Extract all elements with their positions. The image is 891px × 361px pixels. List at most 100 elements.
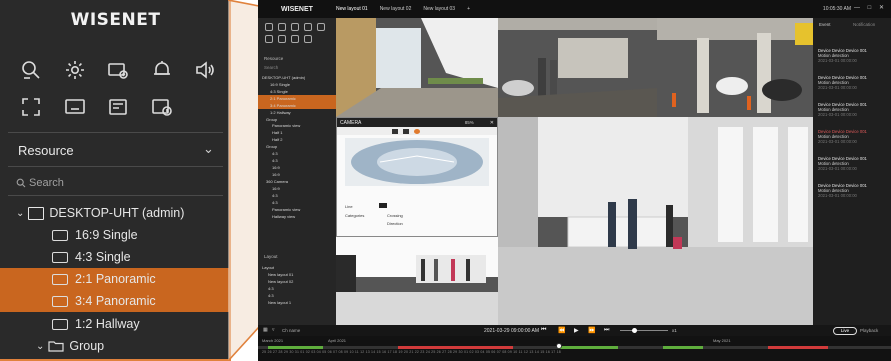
event-time: 2021-03-01 00:00:00 (818, 139, 857, 144)
schedule-icon[interactable] (304, 35, 312, 43)
layout-icon[interactable] (291, 35, 299, 43)
add-device-icon[interactable] (105, 58, 131, 82)
playback-button[interactable]: Playback (860, 328, 878, 333)
event-alarm-icon[interactable] (304, 23, 312, 31)
fullscreen-icon[interactable] (265, 35, 273, 43)
window-controls[interactable]: — □ ✕ (854, 4, 887, 11)
fullscreen-icon[interactable] (18, 95, 44, 119)
settings-gear-icon[interactable] (414, 128, 420, 134)
video-tile-hall[interactable] (498, 117, 813, 325)
layout-item[interactable]: 4:3 (258, 285, 336, 292)
grid-icon[interactable]: ▦ (263, 327, 268, 333)
timeline-cursor[interactable] (556, 343, 562, 349)
camera-settings-dialog[interactable]: CAMERA 85% ✕ Line Categories Crossing Di… (336, 117, 498, 237)
tree-item[interactable]: 4:3 (258, 157, 336, 164)
layout-icon[interactable] (105, 95, 131, 119)
event-item[interactable]: Device Device Device 001 Motion detection… (818, 75, 888, 90)
tree-item-layout-selected[interactable]: 3:4 Panoramic (0, 290, 229, 312)
all-channels-icon[interactable] (278, 35, 286, 43)
search-camera-icon[interactable] (265, 23, 273, 31)
close-icon[interactable]: ✕ (490, 120, 494, 126)
speaker-icon[interactable] (317, 23, 325, 31)
tree-item[interactable]: 2:1 Panoramic (258, 95, 336, 102)
video-tile-store[interactable] (336, 237, 498, 325)
tree-item[interactable]: 4:3 (258, 199, 336, 206)
tree-item[interactable]: DESKTOP-UHT (admin) (258, 74, 336, 81)
skip-forward-icon[interactable]: ⏭ (604, 327, 609, 334)
video-tile-lobby[interactable] (336, 18, 498, 117)
event-item[interactable]: Device Device Device 001 Motion detection… (818, 102, 888, 117)
schedule-icon[interactable] (149, 95, 175, 119)
live-button[interactable]: Live (833, 326, 857, 335)
add-tab-button[interactable]: + (467, 6, 470, 12)
skip-back-icon[interactable]: ⏮ (541, 327, 546, 334)
settings-gear-icon[interactable] (278, 23, 286, 31)
tree-item[interactable]: 16:9 (258, 171, 336, 178)
tab-layout-01[interactable]: New layout 01 (336, 6, 368, 12)
search-camera-icon[interactable] (18, 58, 44, 82)
tree-item[interactable]: 3:4 Panoramic (258, 102, 336, 109)
layout-item[interactable]: New layout 1 (258, 299, 336, 306)
event-alarm-icon[interactable] (149, 58, 175, 82)
tree-item[interactable]: 4:3 Single (258, 88, 336, 95)
filter-icon[interactable]: ▿ (272, 327, 275, 333)
event-item[interactable]: Device Device Device 001 Motion detection… (818, 156, 888, 171)
event-item[interactable]: Device Device Device 001 Motion detection… (818, 129, 888, 144)
tree-item[interactable]: 16:9 Single (258, 81, 336, 88)
speed-slider-handle[interactable] (632, 327, 637, 333)
video-tile-parking-1[interactable] (498, 18, 657, 117)
layout-item[interactable]: Layout (258, 264, 336, 271)
tab-notification[interactable]: Notification (853, 22, 875, 27)
tree-item[interactable]: Panoramic view (258, 206, 336, 213)
expand-chevron-icon[interactable]: ⌄ (16, 208, 24, 219)
event-panel: Event Notification Device Device Device … (813, 18, 891, 325)
video-tile-parking-2[interactable] (657, 18, 813, 117)
tree-item-group[interactable]: ⌄ Group (0, 335, 229, 357)
play-icon[interactable] (403, 128, 409, 134)
speed-slider[interactable] (620, 330, 668, 331)
line-selector[interactable] (379, 203, 387, 208)
tree-item[interactable]: 4:3 (258, 192, 336, 199)
speaker-icon[interactable] (192, 58, 218, 82)
monitor-icon[interactable] (392, 128, 398, 134)
expand-chevron-icon[interactable]: ⌄ (36, 341, 44, 352)
event-item[interactable]: Device Device Device 001 Motion detection… (818, 48, 888, 63)
tree-item[interactable]: 360 Camera (258, 178, 336, 185)
tree-item[interactable]: Panoramic view (258, 122, 336, 129)
tree-item[interactable]: 1:2 Hallway (258, 109, 336, 116)
tree-item-layout[interactable]: 4:3 Single (0, 246, 229, 268)
tab-layout-03[interactable]: New layout 03 (423, 6, 455, 12)
speed-value[interactable]: x1 (672, 328, 677, 333)
tree-item[interactable]: Hallway view (258, 213, 336, 220)
rewind-icon[interactable]: ⏪ (558, 327, 565, 334)
layout-item[interactable]: New layout 01 (258, 271, 336, 278)
tree-item-layout[interactable]: 1:2 Hallway (0, 313, 229, 335)
settings-gear-icon[interactable] (62, 58, 88, 82)
channel-search[interactable]: Ch name (282, 328, 300, 333)
tree-item[interactable]: Half 1 (258, 129, 336, 136)
layout-item[interactable]: 4:3 (258, 292, 336, 299)
tree-item[interactable]: Half 2 (258, 136, 336, 143)
tab-event[interactable]: Event (819, 22, 831, 27)
chevron-down-icon[interactable]: ⌄ (203, 141, 214, 157)
all-channels-icon[interactable] (62, 95, 88, 119)
add-device-icon[interactable] (291, 23, 299, 31)
search-input[interactable]: Search (16, 177, 64, 189)
tree-item-label: 16:9 (272, 185, 280, 191)
direction-option[interactable]: Direction (387, 221, 403, 226)
tree-item[interactable]: 4:3 (258, 150, 336, 157)
tree-item[interactable]: 16:9 (258, 164, 336, 171)
search-input[interactable]: Search (264, 65, 278, 70)
layout-item[interactable]: New layout 02 (258, 278, 336, 285)
tree-item-layout-selected[interactable]: 2:1 Panoramic (0, 268, 229, 290)
tree-item[interactable]: 16:9 (258, 185, 336, 192)
forward-icon[interactable]: ⏩ (588, 327, 595, 334)
event-item[interactable]: Device Device Device 001 Motion detection… (818, 183, 888, 198)
tree-item-desktop[interactable]: ⌄ DESKTOP-UHT (admin) (0, 202, 229, 224)
tree-item[interactable]: Group (258, 143, 336, 150)
tab-layout-02[interactable]: New layout 02 (380, 6, 412, 12)
play-icon[interactable]: ▶ (574, 327, 579, 334)
crossing-option[interactable]: Crossing (387, 213, 403, 218)
tree-item-layout[interactable]: 16:9 Single (0, 224, 229, 246)
timeline[interactable]: March 2021 April 2021 May 2021 25 26 27 … (258, 336, 891, 361)
